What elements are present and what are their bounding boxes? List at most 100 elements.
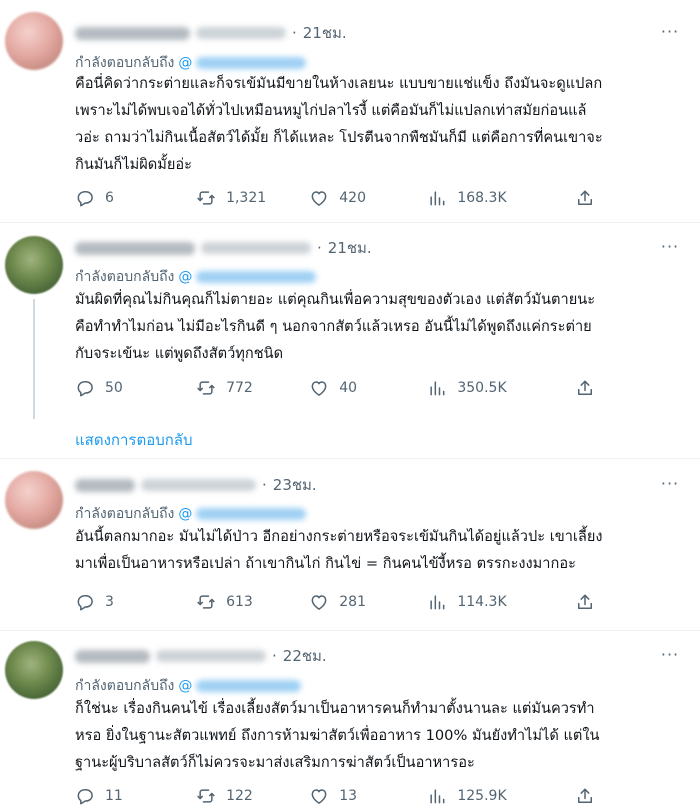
share-button[interactable] [575,378,595,398]
more-icon[interactable]: ··· [660,237,680,257]
more-icon[interactable]: ··· [660,474,680,494]
mention-handle[interactable] [196,508,307,520]
tweet-text-line: ก็ใช่นะ เรื่องกินคนไข้ เรื่องเลี้ยงสัตว์… [75,700,595,717]
avatar[interactable] [5,236,63,294]
views-button[interactable]: 114.3K [427,592,575,612]
tweet-text-line: อันนี้ตลกมากอะ มันไม่ได้ป่าว อีกอย่างกระ… [75,528,603,545]
timestamp[interactable]: 23ชม. [273,473,317,497]
more-icon[interactable]: ··· [660,22,680,42]
retweet-icon [197,789,215,803]
mention-prefix[interactable]: @ [178,506,192,522]
tweet-text-line: วอ่ะ ถามว่าไม่กินเนื้อสัตว์ได้มั้ย ก็ได้… [75,129,603,146]
tweet-text: มันผิดที่คุณไม่กินคุณก็ไม่ตายอะ แต่คุณกิ… [75,286,685,367]
author-name[interactable] [75,241,195,255]
replying-to: กำลังตอบกลับถึง @ [75,503,307,525]
like-button[interactable]: 281 [309,592,427,612]
share-icon [578,190,592,205]
view-count: 350.5K [457,380,507,396]
share-button[interactable] [575,188,595,208]
author-handle[interactable] [156,650,266,662]
retweet-icon [197,595,215,609]
tweet[interactable]: · 21ชม. ··· กำลังตอบกลับถึง @ คือนี่คิดว… [0,0,700,218]
mention-prefix[interactable]: @ [178,678,192,694]
mention-handle[interactable] [196,680,302,692]
separator-dot: · [317,239,322,257]
tweet-text-line: กินมันก็ไม่ผิดมั้ยอ่ะ [75,156,193,173]
views-icon [430,191,445,206]
replying-label: กำลังตอบกลับถึง [75,506,175,522]
view-count: 168.3K [457,190,507,206]
reply-count: 3 [105,594,114,610]
tweet-header: · 21ชม. [75,22,347,44]
author-handle[interactable] [196,27,286,39]
tweet[interactable]: · 23ชม. ··· กำลังตอบกลับถึง @ อันนี้ตลกม… [0,459,700,629]
tweet-text-line: มันผิดที่คุณไม่กินคุณก็ไม่ตายอะ แต่คุณกิ… [75,291,596,308]
retweet-button[interactable]: 122 [196,786,309,806]
author-name[interactable] [75,26,190,40]
replying-to: กำลังตอบกลับถึง @ [75,266,317,288]
mention-prefix[interactable]: @ [178,269,192,285]
views-button[interactable]: 168.3K [427,188,575,208]
retweet-count: 1,321 [226,190,267,206]
share-button[interactable] [575,786,595,806]
like-count: 40 [339,380,358,396]
timestamp[interactable]: 21ชม. [328,236,372,260]
retweet-button[interactable]: 1,321 [196,188,309,208]
author-handle[interactable] [141,479,256,491]
like-button[interactable]: 13 [309,786,427,806]
reply-count: 6 [105,190,114,206]
tweet-text-line: กับจระเข้นะ แต่พูดถึงสัตว์ทุกชนิด [75,345,284,362]
action-bar: 3 613 281 114.3K [75,590,595,614]
reply-count: 11 [105,788,123,804]
share-icon [578,380,592,395]
mention-handle[interactable] [196,271,317,283]
action-bar: 50 772 40 350.5K [75,376,595,400]
timestamp[interactable]: 22ชม. [283,644,327,668]
reply-button[interactable]: 11 [75,786,196,806]
avatar[interactable] [5,471,63,529]
tweet[interactable]: · 22ชม. ··· กำลังตอบกลับถึง @ ก็ใช่นะ เร… [0,631,700,810]
mention-handle[interactable] [196,57,307,69]
thread-line [33,299,35,419]
tweet-text-line: คือทำทำไมก่อน ไม่มีอะไรกินดี ๆ นอกจากสัต… [75,318,592,335]
share-icon [578,788,592,803]
reply-button[interactable]: 50 [75,378,196,398]
views-icon [430,381,445,396]
tweet-header: · 23ชม. [75,474,317,496]
tweet-text-line: ฐานะผู้บริบาลสัตว์ก็ไม่ควรจะมาส่งเสริมกา… [75,754,475,771]
share-button[interactable] [575,592,595,612]
show-replies-link[interactable]: แสดงการตอบกลับ [75,428,193,452]
tweet-text: คือนี่คิดว่ากระต่ายและก็จรเข้มันมีขายในห… [75,70,685,178]
author-name[interactable] [75,649,150,663]
retweet-count: 772 [226,380,253,396]
author-handle[interactable] [201,242,311,254]
retweet-button[interactable]: 613 [196,592,309,612]
retweet-button[interactable]: 772 [196,378,309,398]
views-icon [430,595,445,610]
heart-icon [311,789,327,804]
reply-icon [77,191,93,207]
reply-button[interactable]: 6 [75,188,196,208]
avatar[interactable] [5,12,63,70]
like-button[interactable]: 40 [309,378,427,398]
tweet-text-line: คือนี่คิดว่ากระต่ายและก็จรเข้มันมีขายในห… [75,75,603,92]
reply-button[interactable]: 3 [75,592,196,612]
reply-count: 50 [105,380,123,396]
like-button[interactable]: 420 [309,188,427,208]
action-bar: 11 122 13 125.9K [75,784,595,808]
views-button[interactable]: 350.5K [427,378,575,398]
tweet[interactable]: · 21ชม. ··· กำลังตอบกลับถึง @ มันผิดที่ค… [0,223,700,419]
like-count: 281 [339,594,366,610]
separator-dot: · [262,476,267,494]
author-name[interactable] [75,478,135,492]
heart-icon [311,191,327,206]
views-button[interactable]: 125.9K [427,786,575,806]
heart-icon [311,381,327,396]
mention-prefix[interactable]: @ [178,55,192,71]
timestamp[interactable]: 21ชม. [303,21,347,45]
like-count: 13 [339,788,358,804]
heart-icon [311,595,327,610]
avatar[interactable] [5,641,63,699]
more-icon[interactable]: ··· [660,645,680,665]
tweet-header: · 21ชม. [75,237,372,259]
